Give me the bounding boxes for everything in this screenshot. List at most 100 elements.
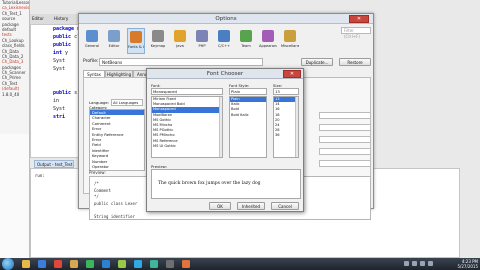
team-icon [240, 30, 252, 42]
clock[interactable]: 4:23 PM 5/27/2015 [444, 259, 478, 269]
options-search-input[interactable]: Filter (Ctrl+F) [341, 27, 371, 39]
tree-item[interactable]: 1.8.0_40 [0, 92, 29, 97]
list-item[interactable]: MS UI Gothic [152, 144, 222, 149]
editor-icon [108, 30, 120, 42]
attribute-fields [319, 112, 375, 172]
folder-icon[interactable] [70, 260, 78, 268]
output-line: run: [35, 173, 45, 178]
category-team[interactable]: Team [237, 28, 255, 54]
font-chooser-dialog: Font Chooser ✕ Font: Monospaced Miriam F… [146, 68, 304, 212]
tray-arrow-icon[interactable] [404, 261, 409, 266]
code-keyword: public [53, 90, 72, 96]
category-editor[interactable]: Editor [105, 28, 123, 54]
profile-row: Profile: NetBeans Duplicate... Restore [83, 58, 373, 68]
category-label: Java [176, 44, 184, 48]
duplicate-button[interactable]: Duplicate... [301, 58, 333, 66]
flag-icon[interactable] [428, 261, 433, 266]
category-php[interactable]: PHP [193, 28, 211, 54]
preview-line: /* [94, 181, 99, 186]
language-select[interactable]: All Languages [111, 99, 143, 106]
java-icon[interactable] [182, 260, 190, 268]
keymap-icon [152, 30, 164, 42]
chrome-icon[interactable] [54, 260, 62, 268]
category-label: General [84, 44, 100, 48]
font-input[interactable]: Monospaced [151, 88, 223, 95]
output-tab[interactable]: Output - test_Test [34, 160, 74, 168]
close-icon[interactable]: ✕ [349, 15, 369, 23]
preview-line: String identifier [94, 213, 135, 219]
editor-tab[interactable]: Editor [32, 16, 44, 21]
app-icon[interactable] [102, 260, 110, 268]
taskbar: 4:23 PM 5/27/2015 [0, 258, 480, 270]
foreground-field[interactable] [319, 124, 371, 131]
effect-color-field[interactable] [319, 160, 371, 167]
cube-icon[interactable] [150, 260, 158, 268]
category-list[interactable]: Default Character Comment Error Entity Refer… [89, 109, 145, 171]
category-toolbar: General Editor Fonts & Colors Keymap Java PHP… [83, 28, 341, 54]
history-tab[interactable]: History [54, 16, 68, 21]
code-keyword: public [53, 42, 72, 48]
preview-label: Preview: [89, 170, 106, 175]
navigator-panel [0, 134, 30, 258]
category-general[interactable]: General [83, 28, 101, 54]
category-label: Team [241, 44, 251, 48]
font-preview: The quick brown fox jumps over the lazy … [151, 169, 301, 199]
code-keyword: stri [53, 114, 66, 120]
explorer-icon[interactable] [22, 260, 30, 268]
category-label: Appearance [259, 44, 277, 48]
code-keyword: package [53, 26, 75, 32]
options-title: Options [79, 14, 373, 24]
category-label: Editor [108, 44, 120, 48]
php-icon [196, 30, 208, 42]
miscellaneous-icon [284, 30, 296, 42]
size-list-scrollbar[interactable] [295, 97, 298, 157]
c-c-icon [218, 30, 230, 42]
font-field[interactable] [319, 112, 371, 119]
tree-item[interactable]: class_fields [0, 43, 29, 48]
cancel-button[interactable]: Cancel [271, 202, 299, 210]
profile-label: Profile: [83, 59, 99, 64]
preview-line: Comment [94, 187, 111, 193]
clock-date: 5/27/2015 [457, 264, 478, 269]
media-icon[interactable] [38, 260, 46, 268]
game-icon[interactable] [166, 260, 174, 268]
category-c-c[interactable]: C/C++ [215, 28, 233, 54]
code-keyword: public [53, 34, 72, 40]
network-icon[interactable] [412, 261, 417, 266]
ok-button[interactable]: OK [209, 202, 231, 210]
size-input[interactable]: 13 [273, 88, 299, 95]
preview-line: public class Lexer [94, 200, 138, 206]
category-appearance[interactable]: Appearance [259, 28, 277, 54]
category-fonts-colors[interactable]: Fonts & Colors [127, 28, 145, 54]
tree-item[interactable]: ca_Lexisnexis [0, 5, 29, 10]
list-item[interactable]: Bold Italic [230, 113, 266, 118]
spotify-icon[interactable] [86, 260, 94, 268]
volume-icon[interactable] [420, 261, 425, 266]
skype-icon[interactable] [134, 260, 142, 268]
effects-field[interactable] [319, 148, 371, 155]
general-icon [86, 30, 98, 42]
font-style-input[interactable]: Plain [229, 88, 267, 95]
restore-button[interactable]: Restore [339, 58, 371, 66]
category-label: Fonts & Colors [128, 45, 144, 49]
category-java[interactable]: Java [171, 28, 189, 54]
font-chooser-title: Font Chooser [147, 69, 303, 79]
preview-line: */ [94, 194, 99, 199]
category-miscellaneous[interactable]: Miscellaneous [281, 28, 299, 54]
java-icon [174, 30, 186, 42]
fonts-colors-icon [130, 31, 142, 43]
inherited-button[interactable]: Inherited [237, 202, 265, 210]
start-button[interactable] [2, 258, 14, 270]
category-label: C/C++ [217, 44, 231, 48]
font-style-list[interactable]: Plain Italic Bold Bold Italic [229, 96, 267, 158]
netbeans-icon[interactable] [118, 260, 126, 268]
appearance-icon [262, 30, 274, 42]
category-keymap[interactable]: Keymap [149, 28, 167, 54]
category-label: Miscellaneous [281, 44, 299, 48]
background-field[interactable] [319, 136, 371, 143]
font-list[interactable]: Miriam Fixed Monospaced Bold Monospaced Moo… [151, 96, 223, 158]
font-list-scrollbar[interactable] [219, 97, 222, 157]
profile-select[interactable]: NetBeans [99, 58, 263, 66]
category-label: Keymap [150, 44, 166, 48]
close-icon[interactable]: ✕ [283, 70, 301, 78]
